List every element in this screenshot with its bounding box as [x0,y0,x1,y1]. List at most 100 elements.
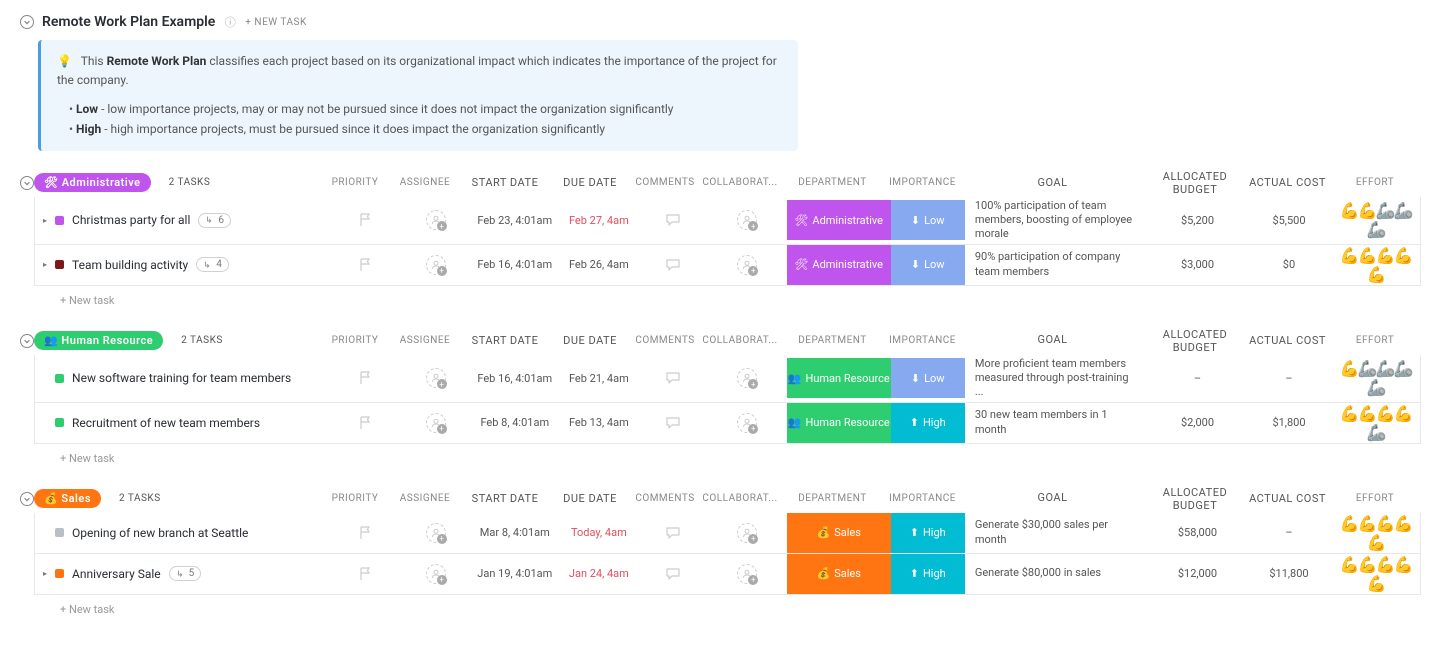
collab-cell[interactable] [708,210,787,230]
priority-cell[interactable] [332,415,401,431]
col-budget[interactable]: ALLOCATED BUDGET [1145,486,1245,512]
cost-cell[interactable]: $0 [1247,258,1331,271]
assignee-cell[interactable] [401,255,470,275]
priority-cell[interactable] [332,525,401,541]
status-square[interactable] [55,528,64,537]
group-collapse-icon[interactable] [20,492,34,506]
importance-badge[interactable]: ⬇ Low [891,245,965,285]
task-row[interactable]: ▸ Recruitment of new team members Feb 8,… [34,403,1421,444]
start-cell[interactable]: Feb 23, 4:01am [470,214,559,227]
group-collapse-icon[interactable] [20,334,34,348]
assignee-cell[interactable] [401,564,470,584]
effort-cell[interactable]: 💪💪💪💪💪 [1331,555,1420,593]
dept-badge[interactable]: 💰 Sales [787,513,891,553]
col-assignee[interactable]: ASSIGNEE [390,493,460,504]
task-row[interactable]: ▸ New software training for team members… [34,355,1421,403]
due-cell[interactable]: Feb 21, 4am [559,372,638,385]
effort-cell[interactable]: 💪💪💪💪💪 [1331,246,1420,284]
new-task-row[interactable]: + New task [20,444,1421,475]
budget-cell[interactable]: $12,000 [1148,567,1247,580]
priority-cell[interactable] [332,566,401,582]
effort-cell[interactable]: 💪🦾🦾🦾🦾 [1331,359,1420,397]
task-row[interactable]: ▸ Anniversary Sale 5 Jan 19, 4:01am Jan … [34,554,1421,595]
goal-cell[interactable]: 100% participation of team members, boos… [965,197,1148,244]
assignee-cell[interactable] [401,413,470,433]
col-importance[interactable]: IMPORTANCE [885,177,960,188]
assignee-cell[interactable] [401,523,470,543]
goal-cell[interactable]: Generate $30,000 sales per month [965,516,1148,549]
dept-badge[interactable]: 💰 Sales [787,554,891,594]
col-importance[interactable]: IMPORTANCE [885,335,960,346]
effort-cell[interactable]: 💪💪💪💪💪 [1331,514,1420,552]
new-task-button[interactable]: + NEW TASK [245,17,306,28]
importance-badge[interactable]: ⬆ High [891,554,965,594]
col-effort[interactable]: EFFORT [1330,177,1420,188]
budget-cell[interactable]: $2,000 [1148,416,1247,429]
priority-cell[interactable] [332,370,401,386]
dept-badge[interactable]: 🛠 Administrative [787,245,891,285]
collab-cell[interactable] [708,523,787,543]
subtask-count[interactable]: 4 [196,257,229,272]
col-due[interactable]: DUE DATE [550,334,630,347]
start-cell[interactable]: Jan 19, 4:01am [470,567,559,580]
priority-cell[interactable] [332,212,401,228]
importance-badge[interactable]: ⬇ Low [891,200,965,240]
new-task-row[interactable]: + New task [20,286,1421,317]
task-row[interactable]: ▸ Christmas party for all 6 Feb 23, 4:01… [34,197,1421,245]
group-label[interactable]: 🛠 Administrative [34,173,151,192]
col-goal[interactable]: GOAL [960,489,1145,507]
col-collab[interactable]: COLLABORAT... [700,177,780,188]
collab-cell[interactable] [708,255,787,275]
budget-cell[interactable]: – [1148,372,1247,385]
start-cell[interactable]: Feb 8, 4:01am [470,416,559,429]
due-cell[interactable]: Feb 13, 4am [559,416,638,429]
col-due[interactable]: DUE DATE [550,176,630,189]
col-collab[interactable]: COLLABORAT... [700,335,780,346]
col-comments[interactable]: COMMENTS [630,493,700,504]
col-dept[interactable]: DEPARTMENT [780,335,885,346]
due-cell[interactable]: Jan 24, 4am [559,567,638,580]
due-cell[interactable]: Feb 27, 4am [559,214,638,227]
task-name[interactable]: New software training for team members [72,371,291,385]
col-goal[interactable]: GOAL [960,331,1145,349]
col-start[interactable]: START DATE [460,176,550,189]
col-assignee[interactable]: ASSIGNEE [390,335,460,346]
assignee-cell[interactable] [401,210,470,230]
expand-icon[interactable]: ▸ [43,216,47,225]
expand-icon[interactable]: ▸ [43,260,47,269]
effort-cell[interactable]: 💪💪🦾🦾🦾 [1331,201,1420,239]
col-goal[interactable]: GOAL [960,174,1145,192]
subtask-count[interactable]: 5 [169,566,202,581]
goal-cell[interactable]: Generate $80,000 in sales [965,564,1148,582]
col-comments[interactable]: COMMENTS [630,177,700,188]
collapse-toggle-icon[interactable] [20,15,34,29]
group-label[interactable]: 👥 Human Resource [34,331,163,350]
col-effort[interactable]: EFFORT [1330,493,1420,504]
subtask-count[interactable]: 6 [198,213,231,228]
budget-cell[interactable]: $3,000 [1148,258,1247,271]
group-collapse-icon[interactable] [20,176,34,190]
cost-cell[interactable]: $1,800 [1247,416,1331,429]
cost-cell[interactable]: $11,800 [1247,567,1331,580]
col-priority[interactable]: PRIORITY [320,335,390,346]
goal-cell[interactable]: More proficient team members measured th… [965,355,1148,402]
collab-cell[interactable] [708,413,787,433]
col-cost[interactable]: ACTUAL COST [1245,492,1330,505]
col-budget[interactable]: ALLOCATED BUDGET [1145,170,1245,196]
new-task-row[interactable]: + New task [20,595,1421,626]
comments-cell[interactable] [638,415,707,431]
goal-cell[interactable]: 30 new team members in 1 month [965,406,1148,439]
col-comments[interactable]: COMMENTS [630,335,700,346]
task-row[interactable]: ▸ Team building activity 4 Feb 16, 4:01a… [34,245,1421,286]
comments-cell[interactable] [638,525,707,541]
col-dept[interactable]: DEPARTMENT [780,177,885,188]
priority-cell[interactable] [332,257,401,273]
dept-badge[interactable]: 👥 Human Resource [787,358,891,398]
info-icon[interactable]: ⓘ [223,15,237,29]
cost-cell[interactable]: – [1247,372,1331,385]
start-cell[interactable]: Feb 16, 4:01am [470,258,559,271]
cost-cell[interactable]: $5,500 [1247,214,1331,227]
dept-badge[interactable]: 🛠 Administrative [787,200,891,240]
col-cost[interactable]: ACTUAL COST [1245,176,1330,189]
comments-cell[interactable] [638,566,707,582]
